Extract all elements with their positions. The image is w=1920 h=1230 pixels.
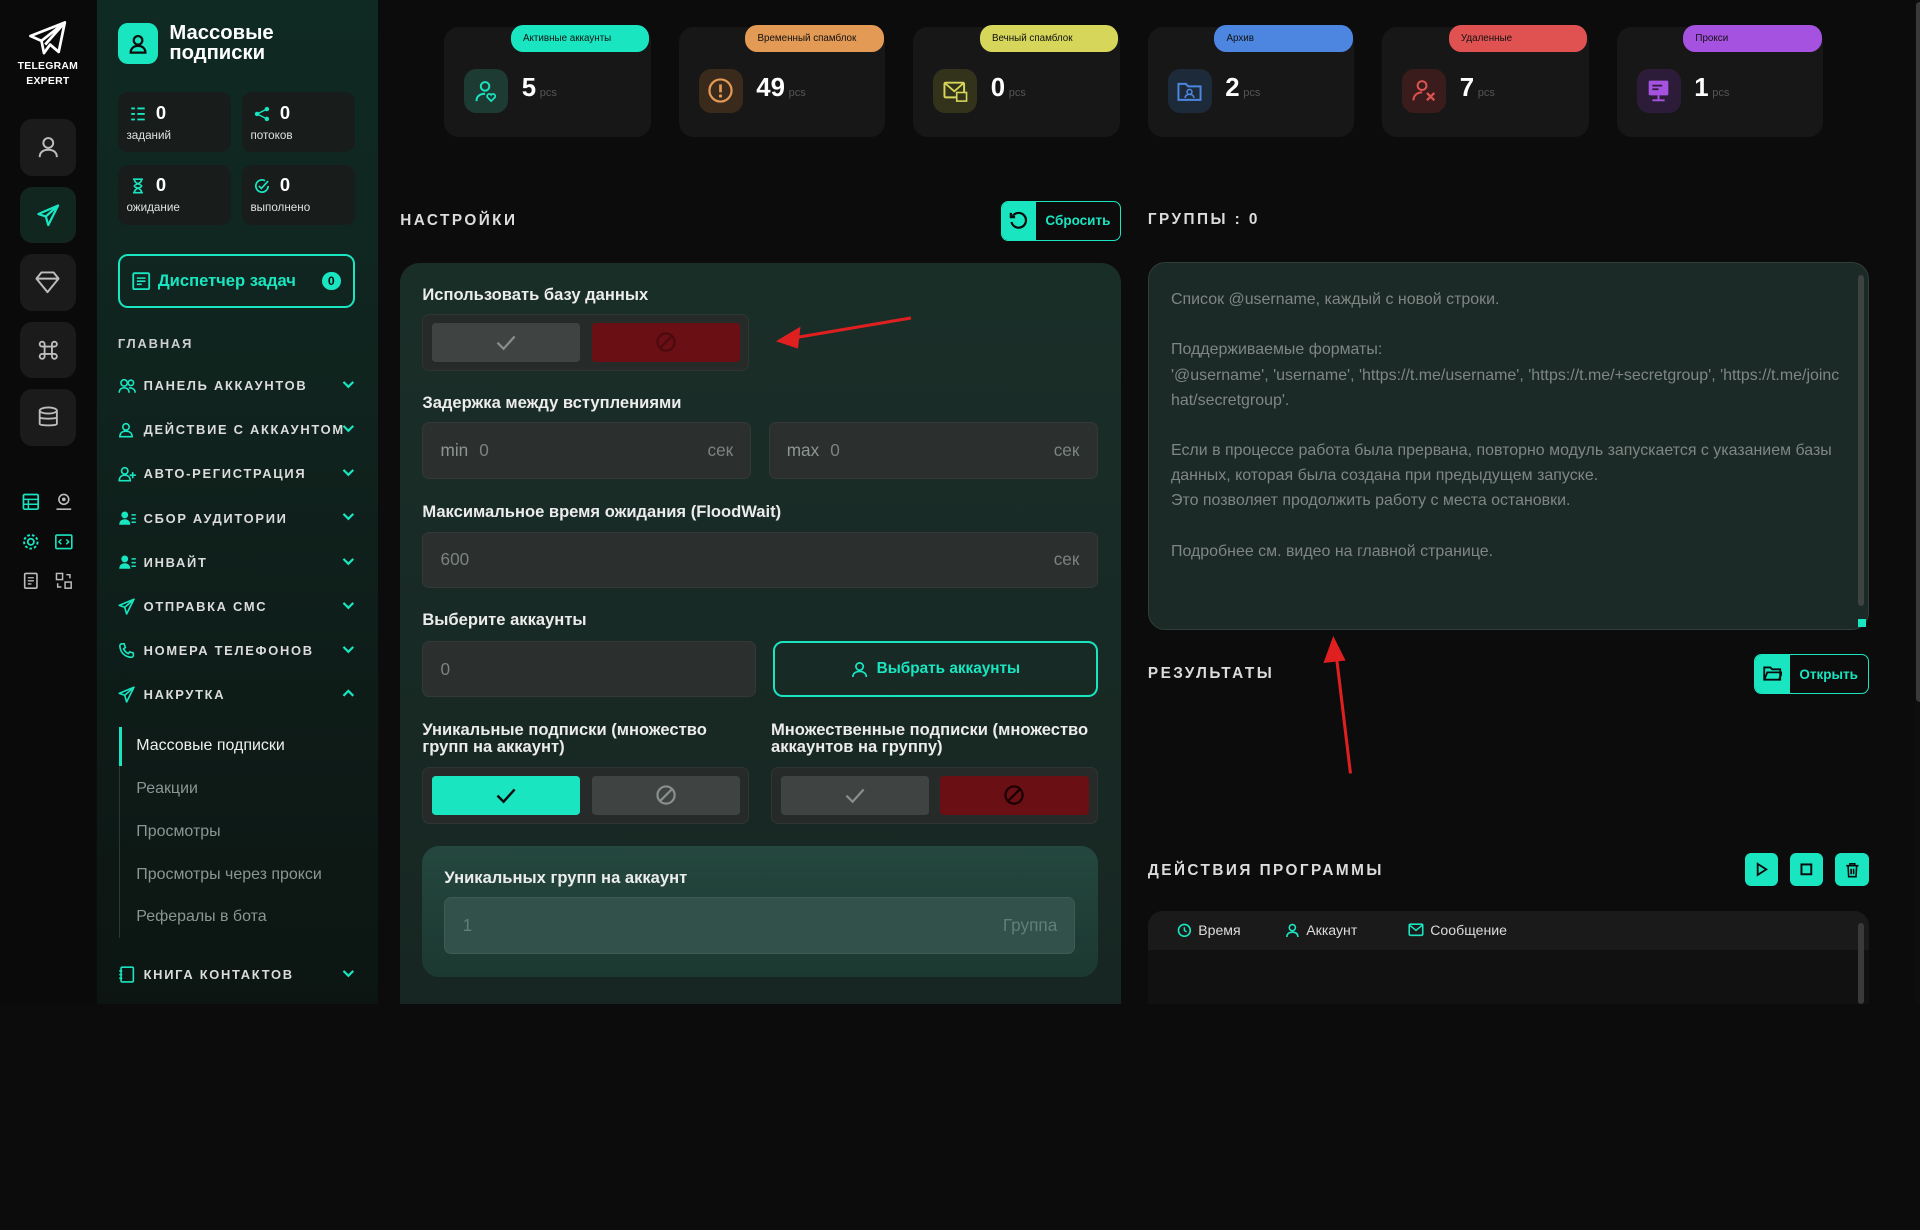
annotation-arrow-db (775, 316, 912, 349)
annotation-arrows (775, 316, 1352, 774)
annotation-arrow-groups (1323, 635, 1352, 774)
